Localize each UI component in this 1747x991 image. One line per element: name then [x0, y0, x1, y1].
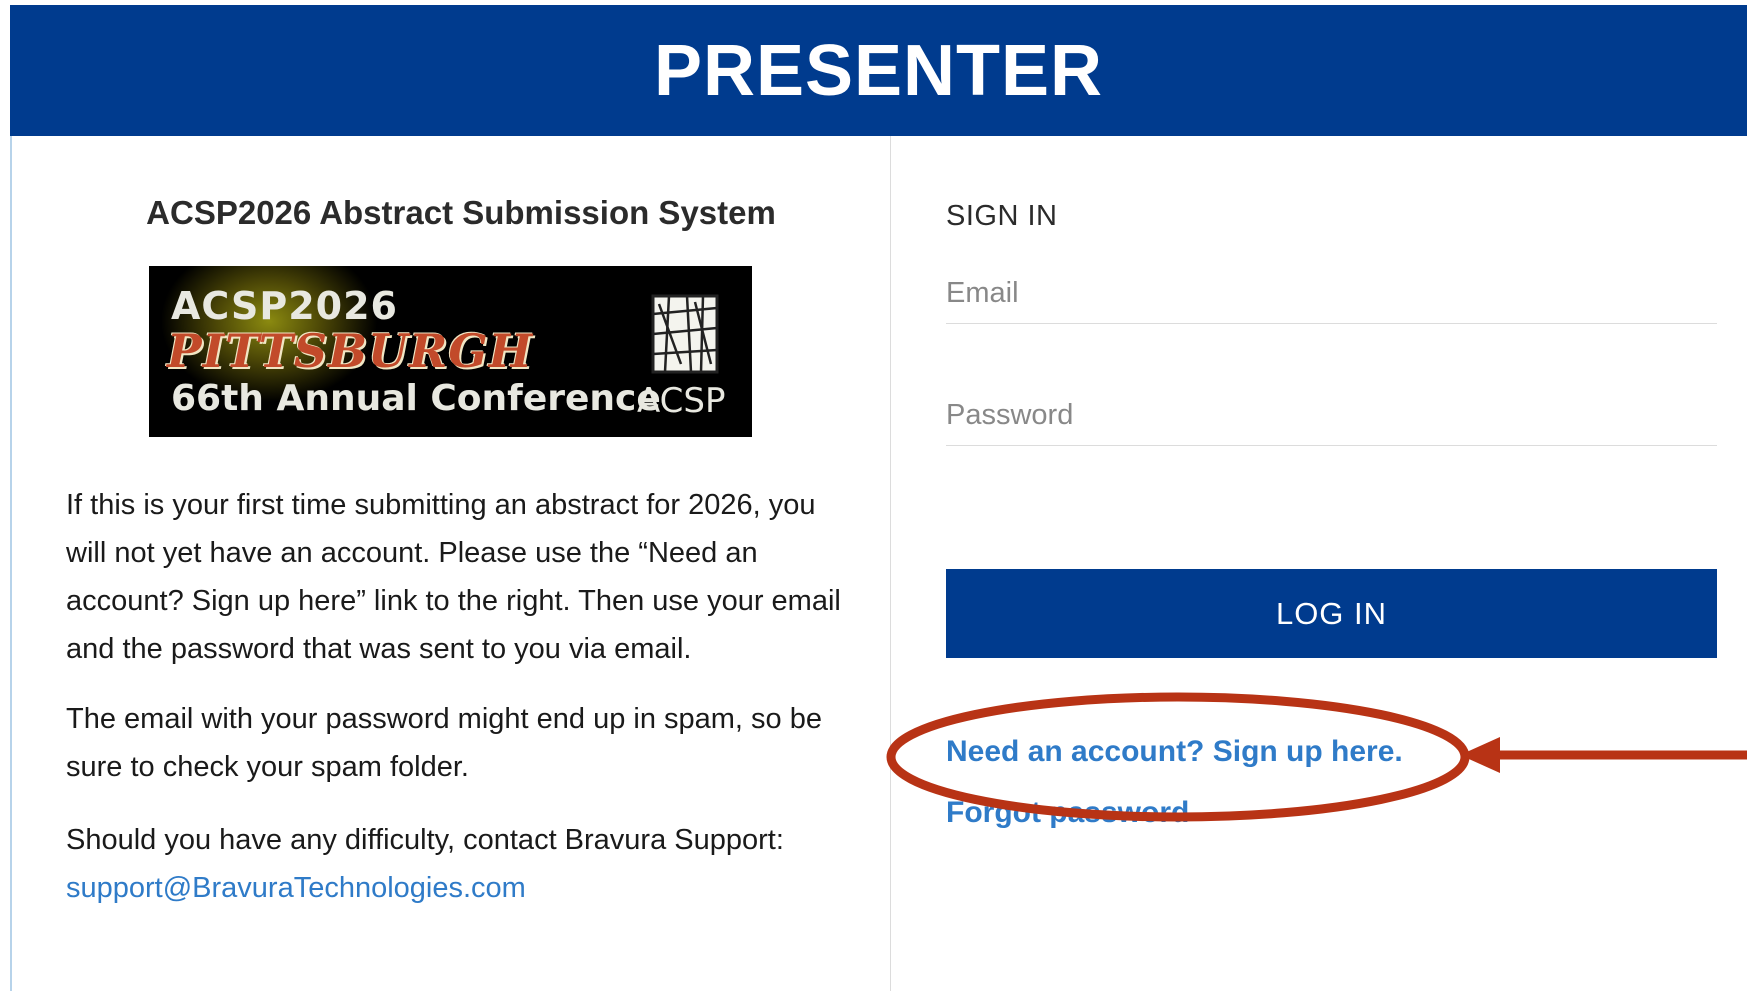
banner-conference-text: 66th Annual Conference — [171, 378, 661, 419]
signup-link[interactable]: Need an account? Sign up here. — [946, 735, 1403, 769]
password-field[interactable] — [946, 385, 1717, 446]
support-block: Should you have any difficulty, contact … — [66, 816, 856, 912]
forgot-password-link[interactable]: Forgot password — [946, 796, 1189, 830]
frame-border — [10, 136, 12, 991]
intro-paragraph-1: If this is your first time submitting an… — [66, 489, 841, 665]
banner-year-text: ACSP2026 — [171, 284, 398, 328]
page-header: PRESENTER — [10, 5, 1747, 136]
conference-banner: ACSP2026 PITTSBURGH 66th Annual Conferen… — [149, 266, 752, 437]
banner-org-text: ACSP — [637, 381, 726, 421]
intro-paragraph-2: The email with your password might end u… — [66, 703, 822, 783]
page-title: PRESENTER — [653, 30, 1104, 111]
login-button[interactable]: LOG IN — [946, 569, 1717, 658]
acsp-logo-icon — [651, 294, 719, 374]
support-text: Should you have any difficulty, contact … — [66, 824, 784, 856]
system-title: ACSP2026 Abstract Submission System — [146, 194, 776, 231]
signin-title: SIGN IN — [946, 200, 1058, 232]
support-email-link[interactable]: support@BravuraTechnologies.com — [66, 864, 856, 912]
column-divider — [890, 136, 891, 991]
email-field[interactable] — [946, 263, 1717, 324]
pointer-arrow-icon — [1460, 737, 1747, 773]
banner-city-text: PITTSBURGH — [167, 324, 534, 378]
